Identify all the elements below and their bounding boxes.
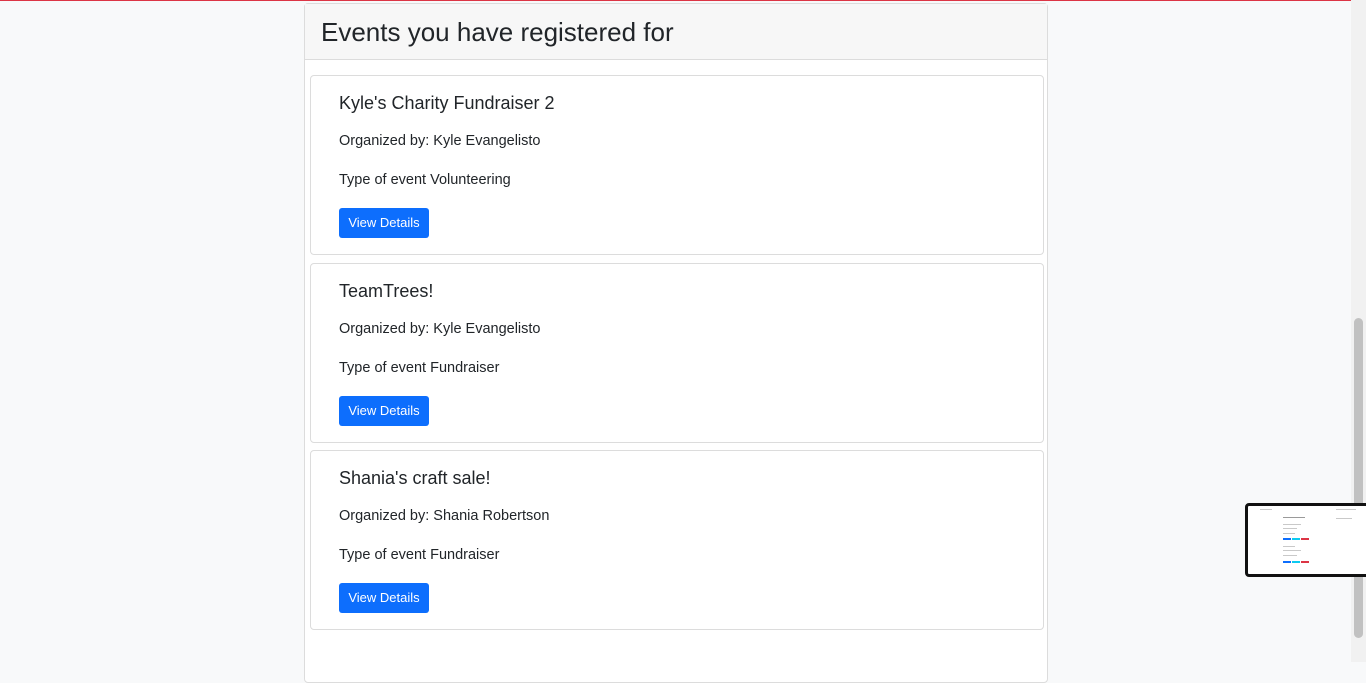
thumb-line	[1283, 524, 1301, 525]
registered-events-card: Events you have registered for Kyle's Ch…	[304, 3, 1048, 683]
thumb-button	[1292, 561, 1300, 563]
thumb-button	[1292, 538, 1300, 540]
thumb-line	[1336, 518, 1352, 519]
event-organizer: Organized by: Kyle Evangelisto	[339, 321, 541, 337]
thumb-line	[1283, 517, 1305, 518]
event-title: TeamTrees!	[339, 281, 434, 301]
event-card: Kyle's Charity Fundraiser 2 Organized by…	[310, 75, 1044, 255]
top-accent-line	[0, 0, 1366, 1]
thumb-line	[1336, 509, 1356, 510]
thumb-line	[1283, 550, 1301, 551]
view-details-button[interactable]: View Details	[339, 396, 429, 426]
event-type: Type of event Fundraiser	[339, 547, 500, 563]
thumb-button	[1283, 561, 1291, 563]
event-title: Kyle's Charity Fundraiser 2	[339, 93, 555, 113]
page-title: Events you have registered for	[321, 17, 674, 47]
thumb-line	[1283, 546, 1295, 547]
thumb-line	[1283, 555, 1297, 556]
scrollbar-thumb[interactable]	[1354, 318, 1363, 638]
thumb-button	[1301, 538, 1309, 540]
event-organizer: Organized by: Kyle Evangelisto	[339, 133, 541, 149]
event-card: Shania's craft sale! Organized by: Shani…	[310, 450, 1044, 630]
thumb-button	[1283, 538, 1291, 540]
thumb-line	[1260, 509, 1272, 510]
event-type: Type of event Volunteering	[339, 172, 511, 188]
card-header: Events you have registered for	[305, 4, 1047, 60]
event-organizer: Organized by: Shania Robertson	[339, 508, 550, 524]
event-card: TeamTrees! Organized by: Kyle Evangelist…	[310, 263, 1044, 443]
event-title: Shania's craft sale!	[339, 468, 491, 488]
page-preview-thumbnail[interactable]	[1245, 503, 1366, 577]
thumb-line	[1283, 533, 1295, 534]
event-type: Type of event Fundraiser	[339, 360, 500, 376]
thumb-button	[1301, 561, 1309, 563]
thumb-line	[1283, 528, 1297, 529]
view-details-button[interactable]: View Details	[339, 208, 429, 238]
view-details-button[interactable]: View Details	[339, 583, 429, 613]
